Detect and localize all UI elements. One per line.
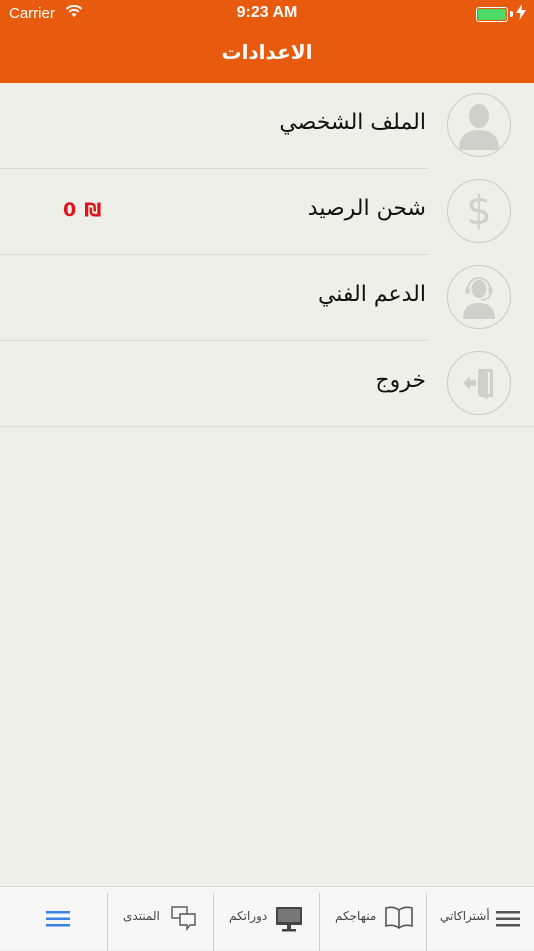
status-bar: Carrier 9:23 AM (0, 0, 534, 28)
tab-curriculum[interactable]: منهاجكم (319, 887, 426, 951)
page-title: الاعدادات (221, 40, 313, 64)
monitor-icon (276, 907, 302, 932)
book-icon (385, 906, 413, 929)
balance-amount: 0 (63, 199, 77, 221)
tab-bar: المنتدى دوراتكم منهاجكم أشتراكاتي (0, 886, 534, 951)
settings-item-label: خروج (375, 368, 426, 393)
tab-menu[interactable] (0, 887, 107, 951)
menu-icon (46, 911, 70, 927)
list-icon (496, 911, 520, 927)
settings-item-support[interactable]: الدعم الفني (0, 255, 534, 341)
profile-icon (447, 93, 511, 157)
tab-forum[interactable]: المنتدى (107, 887, 213, 951)
tab-label: المنتدى (123, 909, 160, 923)
settings-item-label: شحن الرصيد (307, 196, 426, 221)
tab-label: منهاجكم (335, 909, 377, 923)
battery-icon (476, 7, 508, 22)
settings-item-profile[interactable]: الملف الشخصي (0, 83, 534, 169)
settings-item-label: الملف الشخصي (279, 110, 426, 135)
forum-icon (171, 906, 196, 931)
tab-label: دوراتكم (229, 909, 268, 923)
tab-courses[interactable]: دوراتكم (213, 887, 319, 951)
support-agent-icon (447, 265, 511, 329)
settings-item-logout[interactable]: خروج (0, 341, 534, 427)
settings-item-label: الدعم الفني (317, 282, 426, 307)
logout-icon (447, 351, 511, 415)
settings-item-recharge[interactable]: $ شحن الرصيد 0 ₪ (0, 169, 534, 255)
settings-list: الملف الشخصي $ شحن الرصيد 0 ₪ الدعم الفني (0, 83, 534, 427)
status-time: 9:23 AM (236, 4, 298, 21)
tab-label: أشتراكاتي (440, 909, 490, 923)
dollar-icon: $ (447, 179, 511, 243)
app-header: Carrier 9:23 AM الاعدادات (0, 0, 534, 83)
charging-icon (516, 4, 526, 20)
balance-value: 0 ₪ (63, 199, 109, 221)
currency-symbol: ₪ (84, 199, 102, 221)
tab-subscriptions[interactable]: أشتراكاتي (426, 887, 534, 951)
